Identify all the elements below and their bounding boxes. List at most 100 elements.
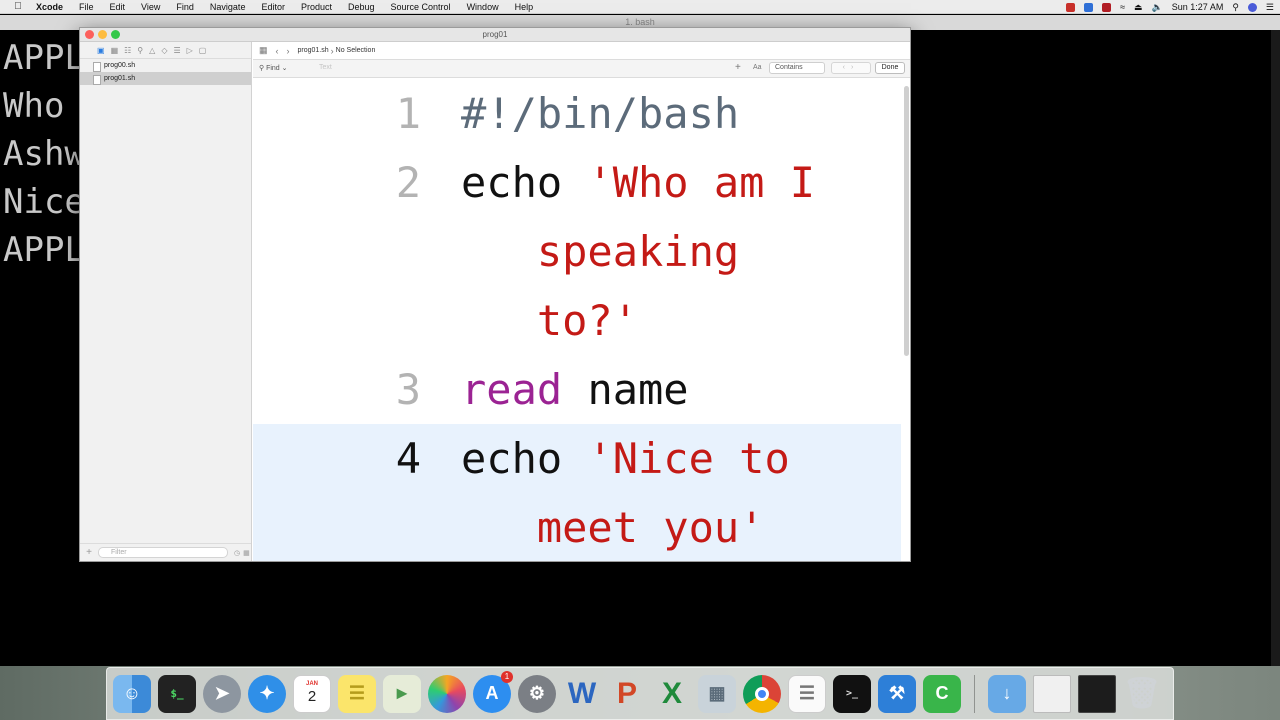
window-thumbnail-icon[interactable] xyxy=(1078,674,1116,713)
menu-help[interactable]: Help xyxy=(507,2,542,12)
jump-bar-file[interactable]: prog01.sh xyxy=(298,47,329,54)
menu-navigate[interactable]: Navigate xyxy=(202,2,254,12)
source-control-icon[interactable]: ▦ xyxy=(111,46,119,55)
window-title-bar[interactable]: prog01 xyxy=(80,28,910,42)
xcode-window: prog01 ▣ ▦ ☷ ⚲ △ ◇ ☰ ▷ ▢ prog00.sh prog0… xyxy=(79,27,911,562)
jump-bar-selection[interactable]: No Selection xyxy=(336,47,376,54)
report-icon[interactable]: ▢ xyxy=(199,46,207,55)
folder-icon[interactable]: ▣ xyxy=(97,46,105,55)
calendar-month: JAN xyxy=(305,681,318,687)
preview-icon[interactable]: ▦ xyxy=(698,674,736,713)
code-line-active[interactable]: 4 echo 'Nice to meet you' xyxy=(253,424,901,561)
maps-icon[interactable]: ► xyxy=(383,674,421,713)
wifi-icon[interactable]: ≈ xyxy=(1120,2,1125,12)
excel-icon[interactable]: X xyxy=(653,675,691,713)
safari-icon[interactable]: ✦ xyxy=(248,674,286,713)
powerpoint-icon[interactable]: P xyxy=(608,675,646,713)
match-case-button[interactable]: Aa xyxy=(753,64,762,71)
debug-icon[interactable]: ☰ xyxy=(173,46,180,55)
apple-icon[interactable]:  xyxy=(0,1,36,12)
related-items-icon[interactable]: ▦ xyxy=(259,45,268,56)
terminal-line: Who xyxy=(3,86,65,126)
dropbox-icon[interactable] xyxy=(1084,2,1094,12)
search-icon[interactable]: ⚲ xyxy=(137,46,143,55)
app-store-icon[interactable]: A1 xyxy=(473,670,513,713)
find-done-button[interactable]: Done xyxy=(875,62,905,74)
menu-edit[interactable]: Edit xyxy=(102,2,134,12)
minimize-button[interactable] xyxy=(98,30,107,39)
menu-source-control[interactable]: Source Control xyxy=(383,2,459,12)
window-thumbnail-icon[interactable] xyxy=(1033,674,1071,713)
xcode-icon[interactable]: ⚒ xyxy=(878,674,916,713)
line-text: read name xyxy=(461,355,891,424)
code-line[interactable]: 2 echo 'Who am I speaking to?' xyxy=(253,148,901,355)
hierarchy-icon[interactable]: ☷ xyxy=(124,46,131,55)
line-number: 1 xyxy=(395,89,421,138)
code-line[interactable]: 3 read name xyxy=(253,355,901,424)
red-app-icon[interactable] xyxy=(1066,2,1076,12)
match-type-select[interactable]: Contains xyxy=(769,62,825,74)
find-bar: ⚲ Find ⌄ Text + Aa Contains ‹› Done xyxy=(253,60,910,78)
textedit-icon[interactable]: ☰ xyxy=(788,674,826,713)
code-line[interactable]: 1 #!/bin/bash xyxy=(253,79,901,148)
add-pattern-icon[interactable]: + xyxy=(735,62,741,73)
volume-icon[interactable]: 🔈 xyxy=(1152,2,1163,13)
filter-input[interactable]: Filter xyxy=(98,547,228,558)
back-arrow-icon[interactable]: ‹ xyxy=(276,46,279,56)
system-preferences-icon[interactable]: ⚙ xyxy=(518,674,556,713)
mcafee-icon[interactable] xyxy=(1102,2,1112,12)
notification-center-icon[interactable]: ☰ xyxy=(1266,2,1274,13)
add-file-icon[interactable]: + xyxy=(80,547,98,558)
code-command: echo xyxy=(461,158,588,207)
calendar-icon[interactable]: JAN 2 xyxy=(293,674,331,713)
terminal-line: APPL xyxy=(3,38,85,78)
filter-options-icon[interactable]: ▦ xyxy=(243,549,250,557)
project-navigator: ▣ ▦ ☷ ⚲ △ ◇ ☰ ▷ ▢ prog00.sh prog01.sh + … xyxy=(80,42,252,561)
launchpad-icon[interactable]: ➤ xyxy=(203,674,241,713)
terminal-window-icon[interactable]: >_ xyxy=(833,674,871,713)
menu-file[interactable]: File xyxy=(71,2,102,12)
notes-icon[interactable]: ☰ xyxy=(338,674,376,713)
downloads-folder-icon[interactable]: ↓ xyxy=(988,674,1026,713)
close-button[interactable] xyxy=(85,30,94,39)
find-prev-next[interactable]: ‹› xyxy=(831,62,871,74)
clock[interactable]: Sun 1:27 AM xyxy=(1172,2,1224,12)
line-number: 4 xyxy=(395,434,421,483)
find-mode-label: Find xyxy=(266,65,280,72)
warning-icon[interactable]: △ xyxy=(149,46,155,55)
code-command: echo xyxy=(461,434,588,483)
find-mode-dropdown[interactable]: ⚲ Find ⌄ xyxy=(259,64,288,72)
navigator-toolbar: ▣ ▦ ☷ ⚲ △ ◇ ☰ ▷ ▢ xyxy=(80,42,251,59)
test-icon[interactable]: ◇ xyxy=(161,46,167,55)
siri-icon[interactable] xyxy=(1247,2,1257,12)
menu-app-xcode[interactable]: Xcode xyxy=(36,2,71,12)
finder-icon[interactable]: ☺ xyxy=(113,674,151,713)
recent-files-icon[interactable]: ◷ xyxy=(234,549,240,557)
terminal-line: Nice xyxy=(3,182,85,222)
word-icon[interactable]: W xyxy=(563,675,601,713)
editor-scrollbar[interactable] xyxy=(904,86,909,356)
code-area[interactable]: 1 #!/bin/bash 2 echo 'Who am I speaking … xyxy=(253,79,901,561)
menu-view[interactable]: View xyxy=(133,2,168,12)
file-item-prog01[interactable]: prog01.sh xyxy=(80,72,251,85)
eject-icon[interactable]: ⏏ xyxy=(1134,2,1143,13)
forward-arrow-icon[interactable]: › xyxy=(287,46,290,56)
camtasia-icon[interactable]: C xyxy=(923,674,961,713)
breakpoint-icon[interactable]: ▷ xyxy=(187,46,193,55)
menu-product[interactable]: Product xyxy=(293,2,340,12)
chrome-icon[interactable] xyxy=(743,674,781,713)
find-input[interactable]: Text xyxy=(319,64,332,71)
terminal-icon[interactable]: $_ xyxy=(158,674,196,713)
menu-find[interactable]: Find xyxy=(168,2,202,12)
photos-icon[interactable] xyxy=(428,674,466,713)
menu-window[interactable]: Window xyxy=(459,2,507,12)
zoom-button[interactable] xyxy=(111,30,120,39)
menu-editor[interactable]: Editor xyxy=(253,2,293,12)
trash-icon[interactable]: 🗑 xyxy=(1123,675,1161,713)
spotlight-icon[interactable]: ⚲ xyxy=(1232,2,1239,13)
jump-bar: ▦ ‹ › prog01.sh › No Selection xyxy=(253,42,910,60)
terminal-scrollbar[interactable] xyxy=(1271,30,1280,666)
menu-debug[interactable]: Debug xyxy=(340,2,383,12)
file-item-prog00[interactable]: prog00.sh xyxy=(80,59,251,72)
chevron-right-icon: › xyxy=(330,45,334,56)
